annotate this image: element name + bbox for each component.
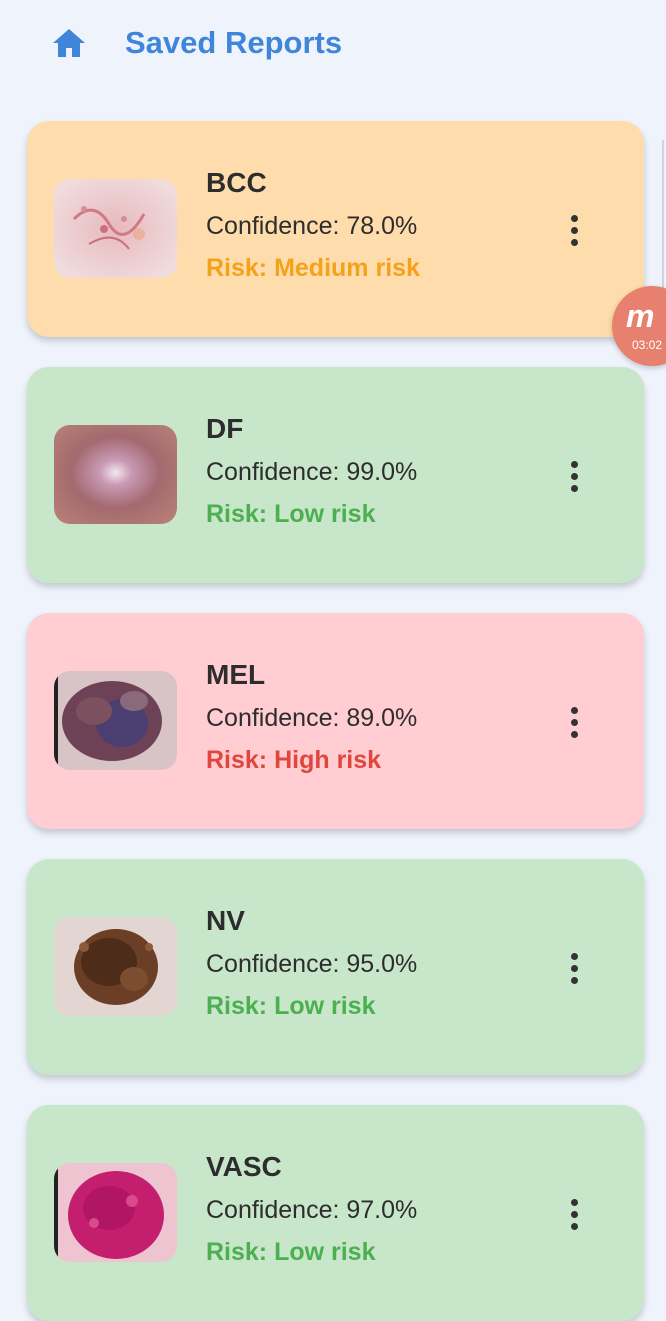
diagnosis-code: VASC	[206, 1151, 282, 1182]
more-options-button[interactable]	[556, 700, 592, 744]
diagnosis-code: DF	[206, 413, 244, 444]
report-details: BCC Confidence: 78.0% Risk: Medium risk	[206, 165, 420, 283]
risk-text: Risk: High risk	[206, 746, 382, 774]
report-card-nv[interactable]: NV Confidence: 95.0% Risk: Low risk	[27, 859, 644, 1075]
lesion-thumbnail	[54, 179, 177, 278]
more-options-button[interactable]	[556, 208, 592, 252]
more-vert-icon	[570, 460, 578, 468]
report-details: DF Confidence: 99.0% Risk: Low risk	[206, 411, 417, 529]
report-details: VASC Confidence: 97.0% Risk: Low risk	[206, 1149, 417, 1267]
lesion-thumbnail	[54, 1163, 177, 1262]
risk-text: Risk: Low risk	[206, 992, 376, 1020]
report-card-df[interactable]: DF Confidence: 99.0% Risk: Low risk	[27, 367, 644, 583]
more-options-button[interactable]	[556, 946, 592, 990]
risk-text: Risk: Low risk	[206, 500, 376, 528]
report-card-vasc[interactable]: VASC Confidence: 97.0% Risk: Low risk	[27, 1105, 644, 1321]
risk-text: Risk: Medium risk	[206, 254, 420, 282]
diagnosis-code: MEL	[206, 659, 266, 690]
report-card-mel[interactable]: MEL Confidence: 89.0% Risk: High risk	[27, 613, 644, 829]
recording-timer: 03:02	[632, 338, 663, 352]
more-options-button[interactable]	[556, 1192, 592, 1236]
report-details: MEL Confidence: 89.0% Risk: High risk	[206, 657, 417, 775]
diagnosis-code: NV	[206, 905, 245, 936]
confidence-text: Confidence: 95.0%	[206, 950, 418, 978]
confidence-text: Confidence: 78.0%	[206, 212, 418, 240]
report-details: NV Confidence: 95.0% Risk: Low risk	[206, 903, 417, 1021]
more-vert-icon	[570, 706, 578, 714]
risk-text: Risk: Low risk	[206, 1238, 376, 1266]
reports-list: BCC Confidence: 78.0% Risk: Medium risk	[0, 0, 666, 1321]
recorder-logo-icon: m	[626, 298, 655, 334]
more-vert-icon	[570, 214, 578, 222]
more-vert-icon	[570, 952, 578, 960]
lesion-thumbnail	[54, 917, 177, 1016]
report-card-bcc[interactable]: BCC Confidence: 78.0% Risk: Medium risk	[27, 121, 644, 337]
confidence-text: Confidence: 99.0%	[206, 458, 418, 486]
diagnosis-code: BCC	[206, 167, 267, 198]
more-options-button[interactable]	[556, 454, 592, 498]
confidence-text: Confidence: 97.0%	[206, 1196, 418, 1224]
lesion-thumbnail	[54, 425, 177, 524]
more-vert-icon	[570, 1198, 578, 1206]
lesion-thumbnail	[54, 671, 177, 770]
confidence-text: Confidence: 89.0%	[206, 704, 418, 732]
